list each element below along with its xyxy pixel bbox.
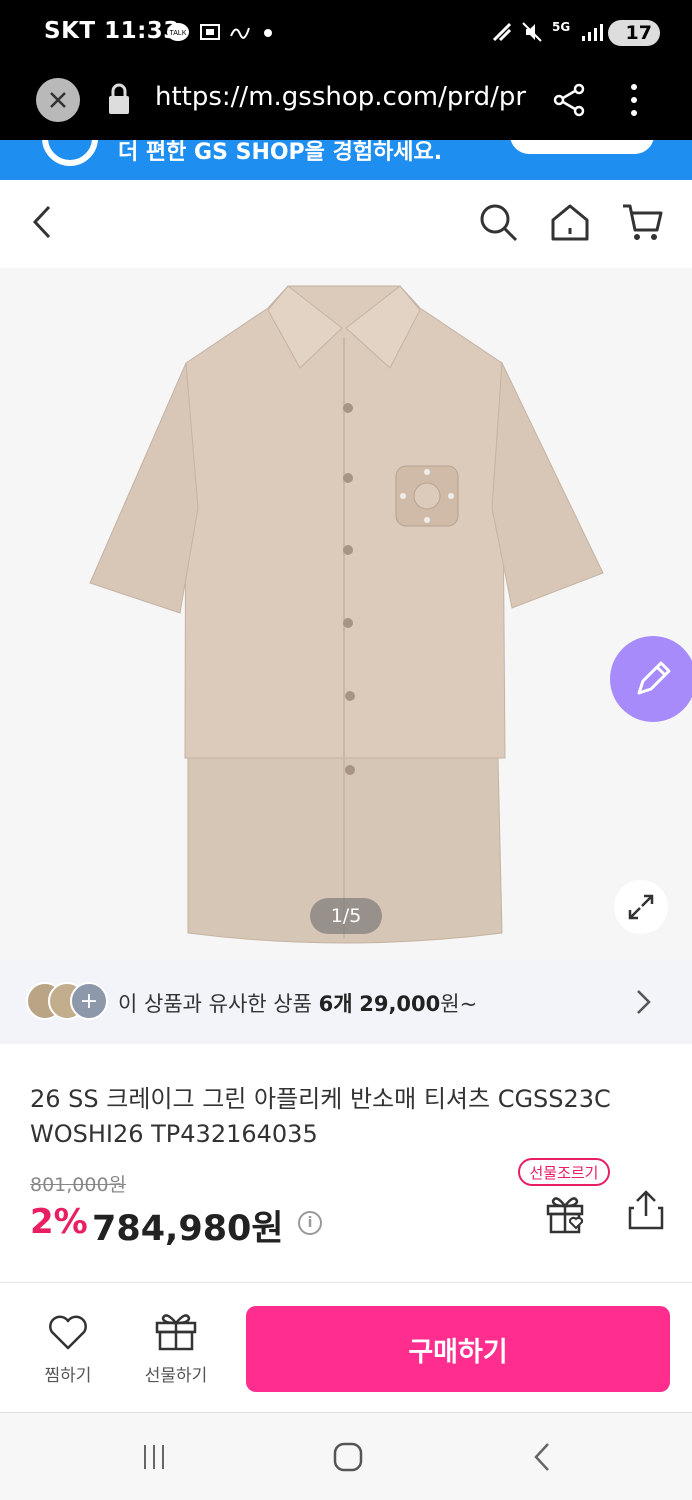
app-promo-banner[interactable]: 더 편한 GS SHOP을 경험하세요. [0, 140, 692, 180]
product-image-gallery[interactable]: 1/5 [0, 268, 692, 960]
info-icon[interactable]: i [298, 1211, 322, 1235]
product-title: 26 SS 크레이그 그린 아플리케 반소매 티셔츠 CGSS23C WOSHI… [30, 1085, 611, 1148]
chevron-left-icon [32, 205, 51, 239]
search-button[interactable] [476, 200, 520, 244]
original-price: 801,000원 [30, 1174, 127, 1196]
similar-products-text: 이 상품과 유사한 상품 6개 29,000원~ [118, 988, 477, 1018]
back-nav-button[interactable] [520, 1435, 564, 1479]
battery-indicator: 17 [608, 20, 660, 46]
cart-button[interactable] [620, 200, 664, 244]
kebab-menu-icon [631, 84, 637, 116]
plus-icon: + [70, 982, 108, 1020]
recent-apps-button[interactable] [132, 1435, 176, 1479]
expand-image-button[interactable] [614, 880, 668, 934]
page-header [0, 180, 692, 268]
share-url-button[interactable] [552, 82, 586, 122]
share-button[interactable] [626, 1190, 666, 1230]
svg-text:TALK: TALK [170, 30, 187, 37]
discount-rate: 2% [30, 1202, 88, 1242]
product-shirt-image [89, 285, 604, 944]
home-button[interactable] [548, 200, 592, 244]
home-icon [551, 204, 589, 241]
similar-price: 29,000 [359, 992, 441, 1016]
browser-menu-button[interactable] [628, 82, 640, 122]
app-notification-icon [228, 20, 252, 44]
pencil-icon [637, 661, 671, 695]
kakaotalk-icon: TALK [166, 20, 190, 44]
search-icon [480, 204, 518, 242]
bottom-action-bar: 찜하기 선물하기 구매하기 [0, 1282, 692, 1412]
heart-icon [49, 1315, 87, 1350]
cart-icon [623, 204, 663, 240]
browser-url-bar: https://m.gsshop.com/prd/pr [0, 66, 692, 140]
close-tab-button[interactable] [36, 78, 80, 122]
banner-text: 더 편한 GS SHOP을 경험하세요. [118, 140, 443, 165]
image-counter: 1/5 [310, 898, 382, 934]
back-button[interactable] [20, 200, 64, 244]
mute-icon [520, 20, 544, 44]
home-nav-button[interactable] [326, 1435, 370, 1479]
edit-fab-button[interactable] [610, 636, 692, 722]
lock-icon [106, 82, 132, 120]
network-5g-icon: 5G [552, 20, 571, 34]
gift-request-button[interactable] [544, 1192, 588, 1236]
share-network-icon [553, 83, 585, 117]
home-nav-icon [333, 1442, 363, 1472]
expand-icon [628, 894, 654, 920]
share-icon [628, 1190, 664, 1230]
signal-icon [580, 20, 604, 44]
status-carrier-time: SKT 11:33 [44, 18, 180, 44]
wish-label: 찜하기 [44, 1366, 92, 1386]
buy-button[interactable]: 구매하기 [246, 1306, 670, 1392]
sale-price: 784,980원 [92, 1209, 284, 1249]
gift-label: 선물하기 [144, 1366, 208, 1386]
similar-products-strip[interactable]: + 이 상품과 유사한 상품 6개 29,000원~ [0, 960, 692, 1044]
close-icon [50, 92, 66, 108]
banner-open-button[interactable] [510, 140, 654, 154]
wish-button[interactable]: 찜하기 [28, 1311, 108, 1386]
gift-button[interactable]: 선물하기 [136, 1311, 216, 1386]
back-nav-icon [534, 1443, 549, 1471]
chevron-right-icon [634, 988, 652, 1020]
similar-suffix: 원~ [440, 992, 478, 1016]
gift-heart-icon [546, 1197, 584, 1234]
gift-icon [155, 1314, 197, 1351]
similar-prefix: 이 상품과 유사한 상품 [118, 992, 319, 1016]
status-bar: SKT 11:33 TALK 5G 17 [0, 0, 692, 66]
gift-request-tag[interactable]: 선물조르기 [518, 1158, 610, 1186]
similar-count: 6개 [318, 992, 353, 1016]
banner-logo-icon [42, 140, 98, 166]
more-notifications-dot [264, 29, 272, 37]
url-text[interactable]: https://m.gsshop.com/prd/pr [155, 82, 527, 112]
android-nav-bar [0, 1412, 692, 1500]
screenshot-icon [198, 20, 222, 44]
recent-apps-icon [144, 1445, 164, 1469]
nfc-icon [490, 20, 514, 44]
